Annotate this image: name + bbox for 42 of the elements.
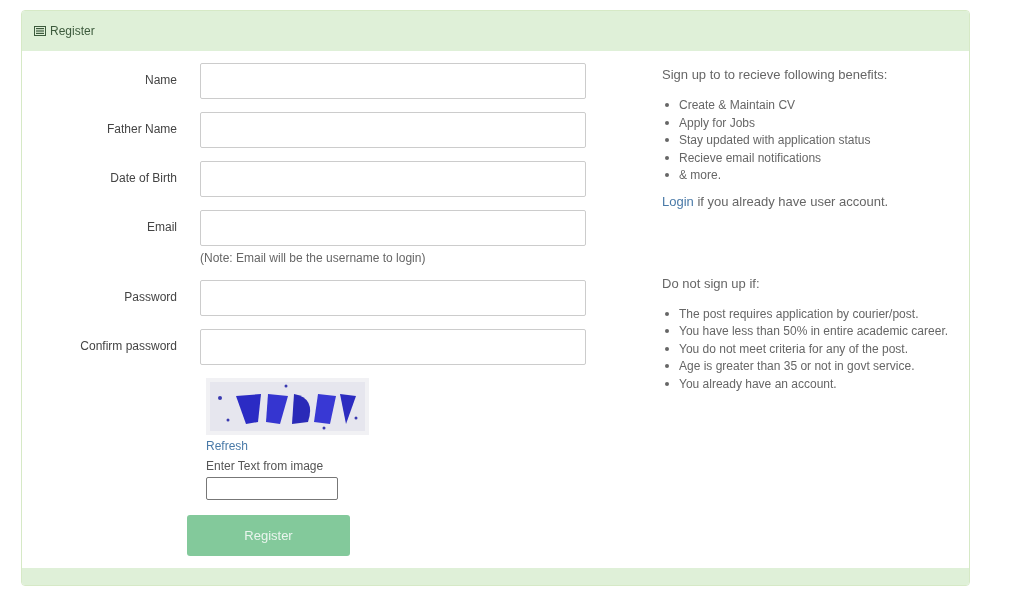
list-item: Age is greater than 35 or not in govt service.	[679, 358, 915, 376]
bullet-icon	[665, 120, 669, 125]
bullet-icon	[665, 103, 669, 108]
bullet-icon	[665, 381, 669, 386]
field-label: Confirm password	[79, 338, 177, 355]
input-field[interactable]	[200, 280, 586, 316]
captcha-prompt: Enter Text from image	[206, 458, 324, 475]
list-item: & more.	[679, 167, 721, 185]
section-heading: Do not sign up if:	[662, 274, 761, 293]
login-link[interactable]: Login	[662, 194, 694, 209]
login-note: Login if you already have user account.	[662, 193, 890, 211]
list-icon	[34, 26, 46, 36]
captcha-input[interactable]	[206, 477, 338, 500]
panel-title: Register	[50, 23, 95, 40]
input-field[interactable]	[200, 161, 586, 197]
refresh-link[interactable]: Refresh	[206, 437, 249, 455]
section-heading: Sign up to to recieve following benefits:	[662, 66, 889, 84]
input-field[interactable]	[200, 112, 586, 148]
field-label: Password	[123, 289, 177, 306]
bullet-icon	[665, 364, 669, 369]
bullet-icon	[665, 329, 669, 334]
field-label: Email	[146, 219, 177, 236]
list-item: Create & Maintain CV	[679, 97, 796, 115]
list-item: You do not meet criteria for any of the post.	[679, 340, 909, 358]
input-field[interactable]	[200, 210, 586, 246]
bullet-icon	[665, 346, 669, 351]
list-item: You already have an account.	[679, 375, 837, 393]
bullet-icon	[665, 138, 669, 143]
list-item: Apply for Jobs	[679, 114, 756, 132]
list-item: You have less than 50% in entire academic career.	[679, 323, 949, 341]
field-note: (Note: Email will be the username to login)	[200, 250, 427, 267]
list-item: Stay updated with application status	[679, 132, 871, 150]
bullet-icon	[665, 155, 669, 160]
list-item: Recieve email notifications	[679, 149, 822, 167]
input-field[interactable]	[200, 329, 586, 365]
input-field[interactable]	[200, 63, 586, 99]
bullet-icon	[665, 311, 669, 316]
field-label: Father Name	[105, 121, 177, 138]
list-item: The post requires application by courier/post.	[679, 305, 919, 323]
field-label: Name	[144, 72, 177, 89]
field-label: Date of Birth	[109, 170, 177, 187]
bullet-icon	[665, 173, 669, 178]
